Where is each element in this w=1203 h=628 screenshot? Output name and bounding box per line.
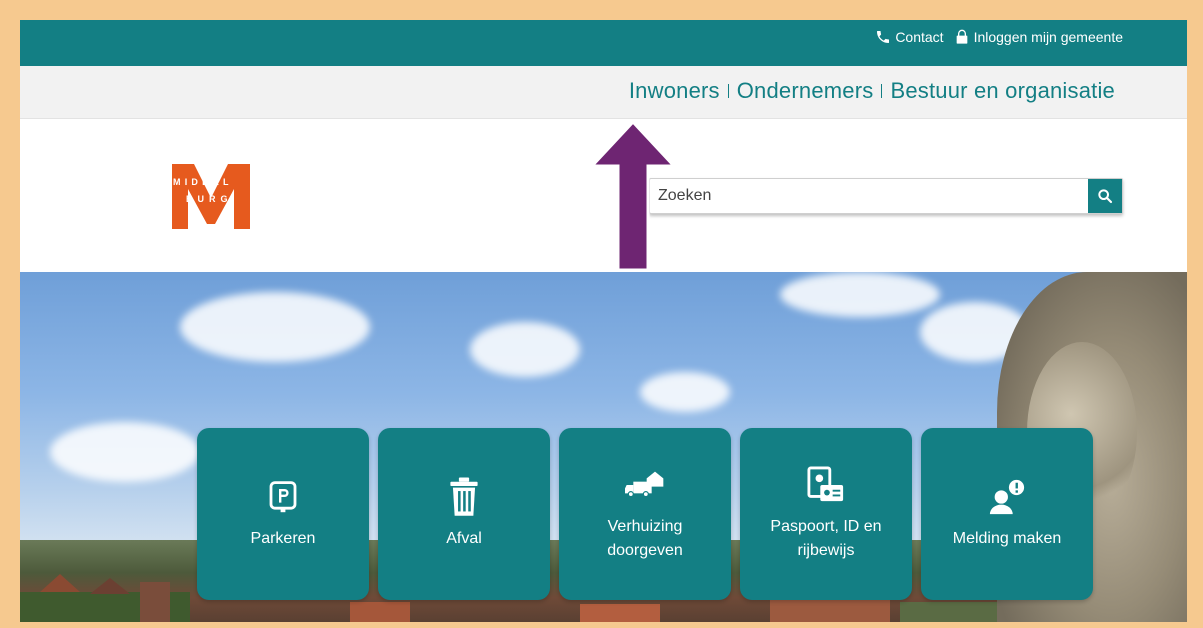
cloud [50,422,200,482]
search-icon [1098,189,1113,204]
tile-label: Melding maken [952,530,1062,547]
cloud [780,272,940,317]
trash-icon [444,477,484,517]
tile-melding[interactable]: Melding maken [921,428,1093,600]
lock-icon [956,29,967,44]
login-link[interactable]: Inloggen mijn gemeente [954,29,1123,45]
tile-afval[interactable]: Afval [378,428,550,600]
nav-item-inwoners[interactable]: Inwoners [629,78,720,104]
top-bar: Contact Inloggen mijn gemeente [20,20,1187,66]
tile-label: Afval [446,530,482,547]
login-label: Inloggen mijn gemeente [973,29,1123,45]
main-nav: Inwoners Ondernemers Bestuur en organisa… [20,66,1187,119]
contact-label: Contact [895,29,944,45]
tile-paspoort[interactable]: Paspoort, ID en rijbewijs [740,428,912,600]
logo-text-line1: MIDDEL [173,177,233,187]
nav-item-ondernemers[interactable]: Ondernemers [737,78,874,104]
nav-separator [881,84,883,98]
nav-separator [727,84,729,98]
logo-text-line2: BURG [186,194,233,204]
search-input[interactable] [650,179,1088,213]
hero-banner: Parkeren Afval Verhuizing doorgeven Pasp… [20,272,1187,622]
top-bar-links: Contact Inloggen mijn gemeente [875,29,1123,45]
nav-item-bestuur[interactable]: Bestuur en organisatie [890,78,1115,104]
search-box [649,178,1123,214]
middelburg-logo[interactable]: MIDDEL BURG [172,164,250,229]
id-card-icon [806,465,846,505]
quick-links: Parkeren Afval Verhuizing doorgeven Pasp… [197,428,1093,600]
cloud [470,322,580,377]
phone-icon [877,31,890,43]
tile-verhuizing[interactable]: Verhuizing doorgeven [559,428,731,600]
contact-link[interactable]: Contact [875,29,944,45]
tile-parkeren[interactable]: Parkeren [197,428,369,600]
report-person-icon [987,477,1027,517]
moving-truck-icon [625,465,665,505]
tile-label: Verhuizing doorgeven [607,518,683,559]
nav-items: Inwoners Ondernemers Bestuur en organisa… [629,78,1115,104]
parking-icon [263,477,303,517]
cloud [180,292,370,362]
annotation-arrow [590,120,676,272]
cloud [640,372,730,412]
tile-label: Parkeren [250,530,316,547]
page-frame: Contact Inloggen mijn gemeente Inwoners … [20,20,1187,622]
search-button[interactable] [1088,179,1122,213]
tile-label: Paspoort, ID en rijbewijs [770,518,882,559]
